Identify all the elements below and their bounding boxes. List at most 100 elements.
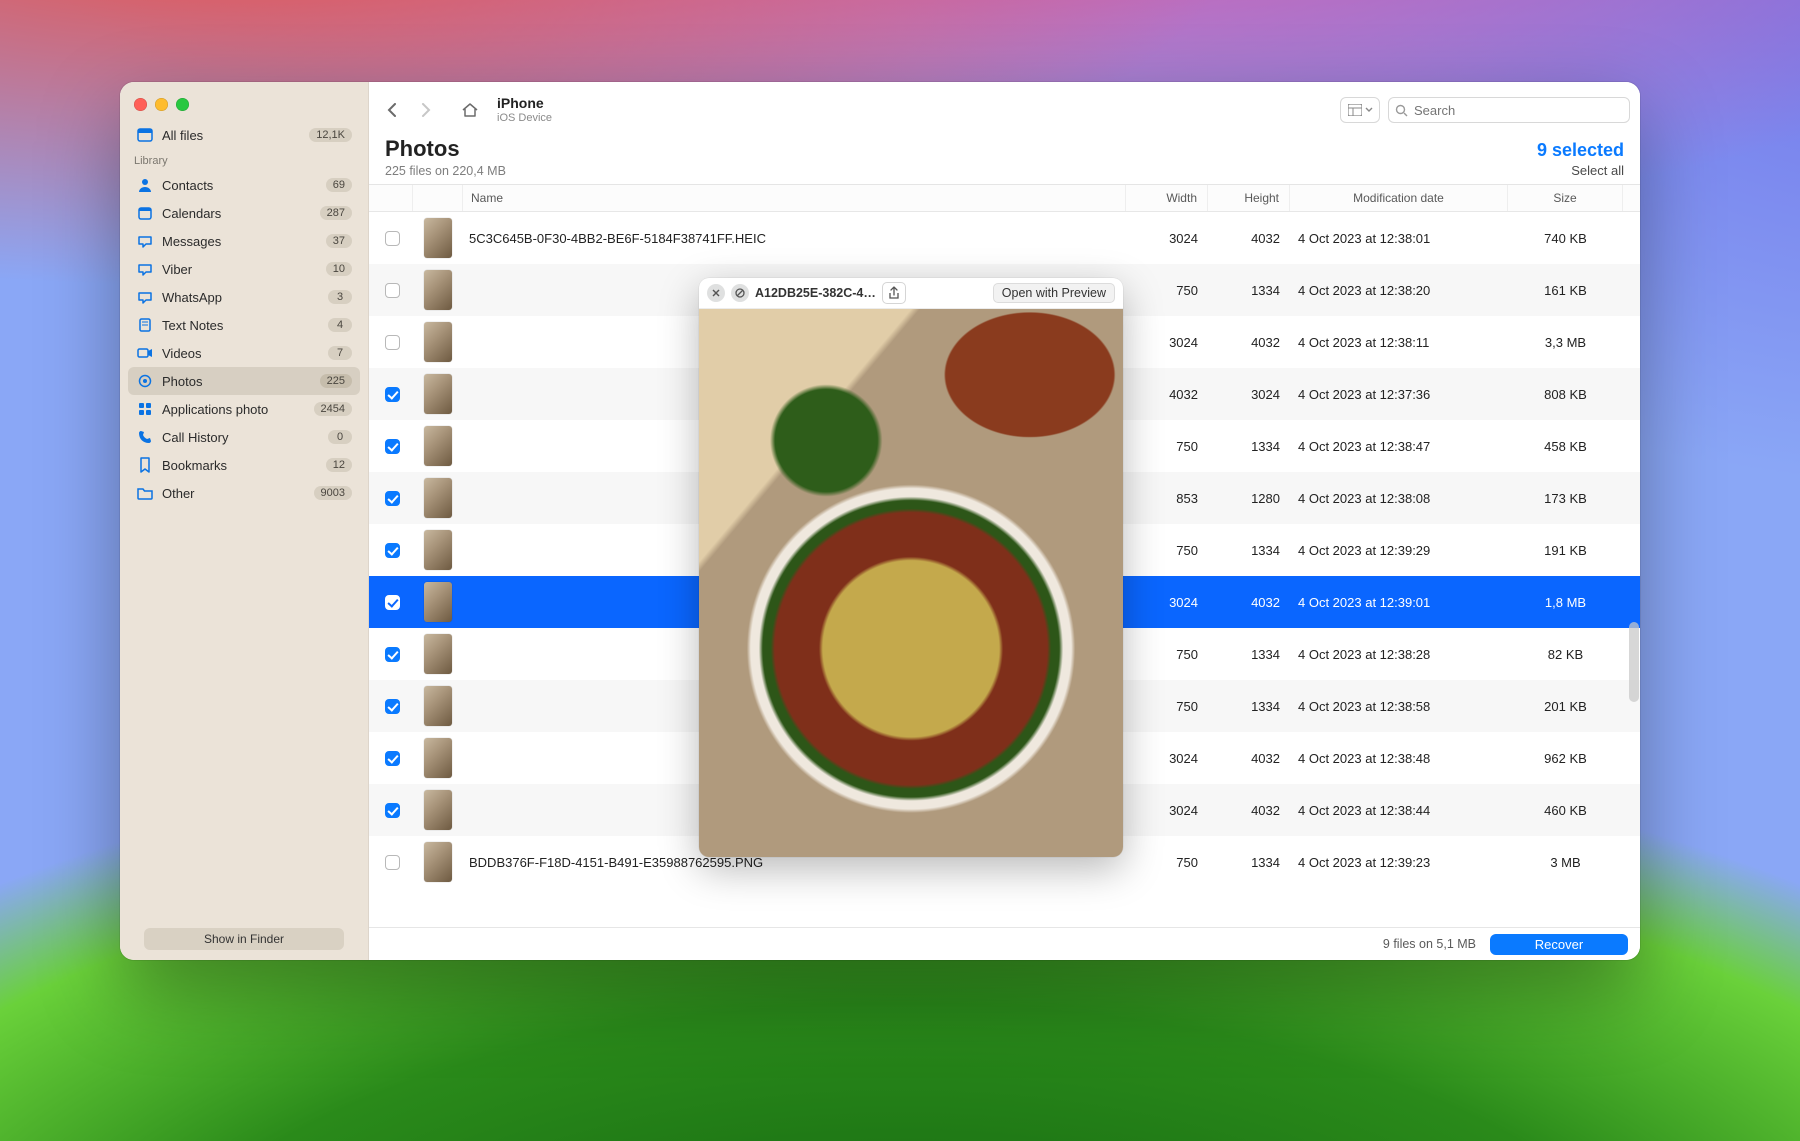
- column-modification[interactable]: Modification date: [1290, 185, 1508, 211]
- column-width[interactable]: Width: [1126, 185, 1208, 211]
- file-modified: 4 Oct 2023 at 12:38:11: [1290, 335, 1508, 350]
- file-size: 808 KB: [1508, 387, 1623, 402]
- row-checkbox[interactable]: [385, 491, 400, 506]
- file-height: 1334: [1208, 647, 1290, 662]
- scrollbar-thumb[interactable]: [1629, 622, 1639, 702]
- file-width: 3024: [1126, 595, 1208, 610]
- recover-button[interactable]: Recover: [1490, 934, 1628, 955]
- row-checkbox[interactable]: [385, 543, 400, 558]
- row-checkbox[interactable]: [385, 231, 400, 246]
- file-size: 3,3 MB: [1508, 335, 1623, 350]
- sidebar-item-other[interactable]: Other9003: [128, 479, 360, 507]
- view-options-button[interactable]: [1340, 97, 1380, 123]
- bookmark-icon: [136, 456, 154, 474]
- column-height[interactable]: Height: [1208, 185, 1290, 211]
- device-subtitle: iOS Device: [497, 112, 552, 124]
- message-icon: [136, 260, 154, 278]
- device-title: iPhone: [497, 96, 552, 111]
- table-header: Name Width Height Modification date Size: [369, 185, 1640, 212]
- file-height: 4032: [1208, 231, 1290, 246]
- sidebar-item-videos[interactable]: Videos7: [128, 339, 360, 367]
- file-width: 3024: [1126, 335, 1208, 350]
- share-button[interactable]: [882, 282, 906, 304]
- sidebar-item-count: 0: [328, 430, 352, 444]
- thumbnail-icon: [424, 218, 452, 258]
- row-checkbox[interactable]: [385, 595, 400, 610]
- row-checkbox[interactable]: [385, 751, 400, 766]
- thumbnail-icon: [424, 478, 452, 518]
- chevron-down-icon: [1365, 107, 1373, 113]
- sidebar-item-messages[interactable]: Messages37: [128, 227, 360, 255]
- content-header: Photos 225 files on 220,4 MB 9 selected …: [369, 134, 1640, 184]
- file-height: 4032: [1208, 595, 1290, 610]
- files-icon: [136, 126, 154, 144]
- row-checkbox[interactable]: [385, 387, 400, 402]
- sidebar-item-count: 4: [328, 318, 352, 332]
- file-height: 4032: [1208, 335, 1290, 350]
- file-width: 750: [1126, 647, 1208, 662]
- breadcrumb: iPhone iOS Device: [497, 96, 552, 123]
- search-field[interactable]: [1388, 97, 1630, 123]
- sidebar-item-applications-photo[interactable]: Applications photo 2454: [128, 395, 360, 423]
- fullscreen-icon[interactable]: [176, 98, 189, 111]
- video-icon: [136, 344, 154, 362]
- file-size: 460 KB: [1508, 803, 1623, 818]
- sidebar-item-label: Contacts: [162, 178, 318, 193]
- sidebar-item-text-notes[interactable]: Text Notes4: [128, 311, 360, 339]
- sidebar-item-viber[interactable]: Viber10: [128, 255, 360, 283]
- sidebar-item-bookmarks[interactable]: Bookmarks12: [128, 451, 360, 479]
- quicklook-disable-icon[interactable]: [731, 284, 749, 302]
- row-checkbox[interactable]: [385, 855, 400, 870]
- search-input[interactable]: [1412, 102, 1623, 119]
- quicklook-close-button[interactable]: [707, 284, 725, 302]
- folder-icon: [136, 484, 154, 502]
- row-checkbox[interactable]: [385, 439, 400, 454]
- file-modified: 4 Oct 2023 at 12:38:44: [1290, 803, 1508, 818]
- file-height: 1334: [1208, 543, 1290, 558]
- sidebar-item-count: 287: [320, 206, 352, 220]
- sidebar-item-label: Applications photo: [162, 402, 306, 417]
- sidebar-item-label: Messages: [162, 234, 318, 249]
- file-width: 853: [1126, 491, 1208, 506]
- row-checkbox[interactable]: [385, 283, 400, 298]
- file-height: 1334: [1208, 699, 1290, 714]
- column-size[interactable]: Size: [1508, 185, 1623, 211]
- row-checkbox[interactable]: [385, 335, 400, 350]
- toolbar: iPhone iOS Device: [369, 82, 1640, 134]
- sidebar-item-count: 12: [326, 458, 352, 472]
- quicklook-filename: A12DB25E-382C-4…: [755, 286, 876, 300]
- sidebar-item-count: 2454: [314, 402, 352, 416]
- file-modified: 4 Oct 2023 at 12:38:48: [1290, 751, 1508, 766]
- row-checkbox[interactable]: [385, 647, 400, 662]
- sidebar-item-photos[interactable]: Photos225: [128, 367, 360, 395]
- sidebar-item-contacts[interactable]: Contacts69: [128, 171, 360, 199]
- sidebar-item-call-history[interactable]: Call History0: [128, 423, 360, 451]
- page-subtitle: 225 files on 220,4 MB: [385, 164, 506, 178]
- file-size: 1,8 MB: [1508, 595, 1623, 610]
- quicklook-popover: A12DB25E-382C-4… Open with Preview: [699, 278, 1123, 857]
- file-modified: 4 Oct 2023 at 12:38:58: [1290, 699, 1508, 714]
- window-controls: [120, 92, 368, 121]
- sidebar-item-calendars[interactable]: Calendars287: [128, 199, 360, 227]
- home-button[interactable]: [457, 97, 483, 123]
- file-height: 1334: [1208, 855, 1290, 870]
- thumbnail-icon: [424, 322, 452, 362]
- minimize-icon[interactable]: [155, 98, 168, 111]
- table-row[interactable]: 5C3C645B-0F30-4BB2-BE6F-5184F38741FF.HEI…: [369, 212, 1640, 264]
- column-name[interactable]: Name: [463, 185, 1126, 211]
- nav-forward-button[interactable]: [413, 97, 439, 123]
- close-icon[interactable]: [134, 98, 147, 111]
- search-icon: [1395, 104, 1408, 117]
- note-icon: [136, 316, 154, 334]
- row-checkbox[interactable]: [385, 699, 400, 714]
- nav-back-button[interactable]: [379, 97, 405, 123]
- sidebar-item-all-files[interactable]: All files 12,1K: [128, 121, 360, 149]
- select-all-button[interactable]: Select all: [1537, 163, 1624, 178]
- message-icon: [136, 288, 154, 306]
- sidebar-item-whatsapp[interactable]: WhatsApp3: [128, 283, 360, 311]
- thumbnail-icon: [424, 270, 452, 310]
- row-checkbox[interactable]: [385, 803, 400, 818]
- open-with-preview-button[interactable]: Open with Preview: [993, 283, 1115, 303]
- show-in-finder-button[interactable]: Show in Finder: [144, 928, 344, 950]
- file-height: 1280: [1208, 491, 1290, 506]
